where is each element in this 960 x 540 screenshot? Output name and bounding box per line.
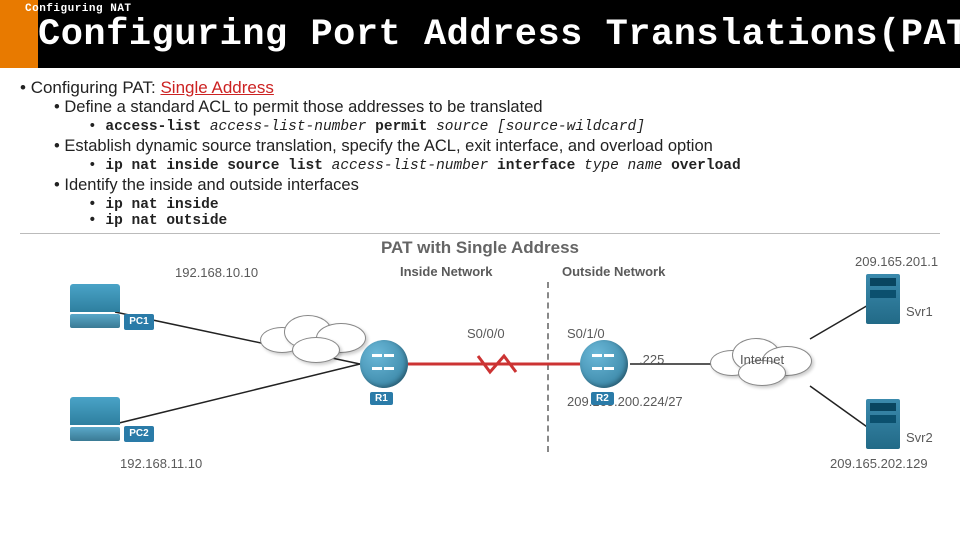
label-pc2: PC2: [124, 426, 154, 442]
server1-icon: [866, 274, 900, 324]
pc2-icon: [70, 397, 120, 443]
pc1-icon: [70, 284, 120, 330]
label-s010: S0/1/0: [567, 326, 605, 341]
bullet-l2c: Identify the inside and outside interfac…: [54, 176, 940, 229]
label-r2: R2: [591, 392, 614, 405]
bullet-l2a-text: Define a standard ACL to permit those ad…: [64, 98, 542, 116]
label-dot225: .225: [639, 352, 664, 367]
label-svr1-ip: 209.165.201.1: [855, 254, 938, 269]
bullet-l2a: Define a standard ACL to permit those ad…: [54, 98, 940, 135]
label-inside-network: Inside Network: [400, 264, 492, 279]
code-nat: ip nat inside source list access-list-nu…: [88, 158, 940, 174]
kw-accesslist: access-list: [105, 119, 201, 135]
arg-source: source: [436, 119, 488, 135]
bullet-l2b-text: Establish dynamic source translation, sp…: [64, 137, 712, 155]
kw-overload: overload: [671, 158, 741, 174]
code-inside: ip nat inside: [88, 197, 940, 213]
router-r2-icon: [580, 340, 628, 388]
label-svr1: Svr1: [906, 304, 933, 319]
cloud-internet-icon: Internet: [710, 334, 830, 388]
arg-type: type: [584, 158, 619, 174]
arg-name: name: [628, 158, 663, 174]
slide-header: Configuring NAT Configuring Port Address…: [0, 0, 960, 68]
router-r1-icon: [360, 340, 408, 388]
label-svr2: Svr2: [906, 430, 933, 445]
kw-permit: permit: [375, 119, 427, 135]
label-pc1-ip: 192.168.10.10: [175, 265, 258, 280]
label-svr2-ip: 209.165.202.129: [830, 456, 928, 471]
bullet-l1: Configuring PAT: Single Address Define a…: [20, 78, 940, 229]
bullet-l2c-text: Identify the inside and outside interfac…: [64, 176, 358, 194]
arg-acl-num2: access-list-number: [332, 158, 489, 174]
network-diagram: PAT with Single Address Inside Network O…: [20, 233, 940, 478]
page-title: Configuring Port Address Translations(PA…: [38, 14, 960, 56]
code-acl: access-list access-list-number permit so…: [88, 119, 940, 135]
bullet-l2b: Establish dynamic source translation, sp…: [54, 137, 940, 174]
bullet-l1-text: Configuring PAT:: [31, 78, 161, 97]
diagram-title: PAT with Single Address: [381, 238, 579, 258]
label-pc2-ip: 192.168.11.10: [120, 456, 202, 471]
label-internet: Internet: [740, 352, 784, 367]
arg-acl-num: access-list-number: [210, 119, 367, 135]
server2-icon: [866, 399, 900, 449]
arg-wildcard: [source-wildcard]: [497, 119, 645, 135]
kw-ipnat-src: ip nat inside source list: [105, 158, 323, 174]
code-outside: ip nat outside: [88, 213, 940, 229]
slide-body: Configuring PAT: Single Address Define a…: [0, 68, 960, 478]
network-divider: [547, 282, 549, 452]
label-pc1: PC1: [124, 314, 154, 330]
label-subnet: 209.165.200.224/27: [567, 394, 683, 409]
bullet-l1-emphasis: Single Address: [160, 78, 273, 97]
label-s000: S0/0/0: [467, 326, 505, 341]
label-r1: R1: [370, 392, 393, 405]
label-outside-network: Outside Network: [562, 264, 665, 279]
kw-interface: interface: [497, 158, 575, 174]
